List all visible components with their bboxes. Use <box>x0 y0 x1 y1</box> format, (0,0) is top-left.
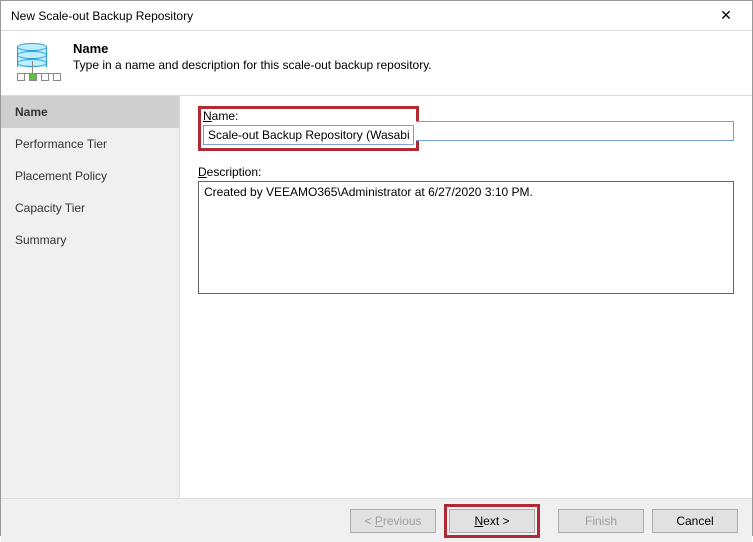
repository-icon <box>17 39 63 85</box>
close-icon[interactable]: ✕ <box>706 7 746 24</box>
step-summary[interactable]: Summary <box>1 224 179 256</box>
description-label: Description: <box>198 165 734 179</box>
name-input-extension[interactable] <box>416 121 734 141</box>
cancel-button[interactable]: Cancel <box>652 509 738 533</box>
wizard-footer: < Previous Next > Finish Cancel <box>1 498 752 542</box>
wizard-main: Name: Description: <box>180 96 752 498</box>
wizard-sidebar: Name Performance Tier Placement Policy C… <box>1 96 180 498</box>
window-title: New Scale-out Backup Repository <box>11 9 706 23</box>
previous-button: < Previous <box>350 509 436 533</box>
header-title: Name <box>73 41 432 56</box>
name-label: Name: <box>203 109 414 123</box>
step-capacity-tier[interactable]: Capacity Tier <box>1 192 179 224</box>
finish-button: Finish <box>558 509 644 533</box>
next-button[interactable]: Next > <box>449 509 535 533</box>
name-input[interactable] <box>203 125 414 145</box>
step-performance-tier[interactable]: Performance Tier <box>1 128 179 160</box>
title-bar: New Scale-out Backup Repository ✕ <box>1 1 752 31</box>
step-placement-policy[interactable]: Placement Policy <box>1 160 179 192</box>
step-name[interactable]: Name <box>1 96 179 128</box>
description-input[interactable] <box>198 181 734 294</box>
header-subtitle: Type in a name and description for this … <box>73 58 432 72</box>
wizard-header: Name Type in a name and description for … <box>1 31 752 96</box>
